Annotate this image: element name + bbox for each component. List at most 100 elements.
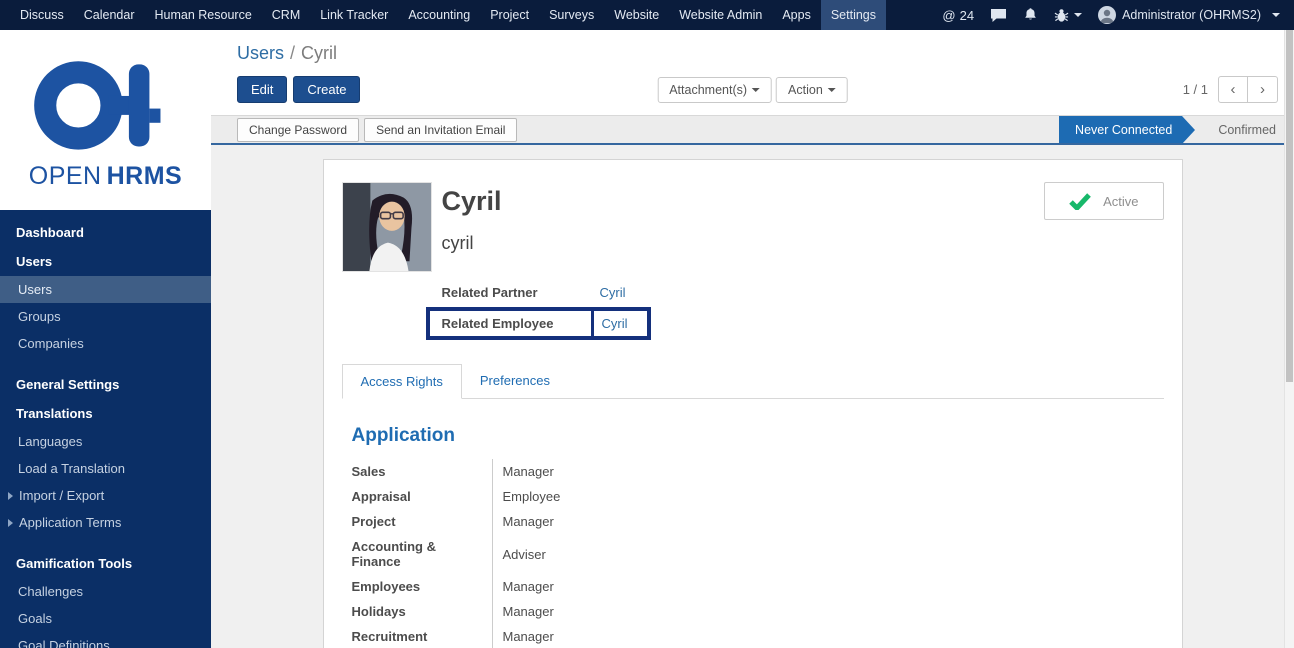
related-employee-value-cell: Cyril bbox=[591, 311, 647, 336]
user-photo[interactable] bbox=[342, 182, 432, 272]
action-label: Action bbox=[788, 83, 823, 97]
app-label: Employees bbox=[352, 574, 492, 599]
expand-arrow-icon bbox=[8, 492, 13, 500]
top-navigation-bar: Discuss Calendar Human Resource CRM Link… bbox=[0, 0, 1294, 30]
app-access-level[interactable]: Manager bbox=[492, 599, 892, 624]
menu-item-calendar[interactable]: Calendar bbox=[74, 0, 145, 30]
sidebar-item-load-a-translation[interactable]: Load a Translation bbox=[0, 455, 211, 482]
menu-item-settings[interactable]: Settings bbox=[821, 0, 886, 30]
attachments-label: Attachment(s) bbox=[669, 83, 747, 97]
mention-counter[interactable]: @ 24 bbox=[942, 8, 974, 23]
related-employee-highlight-box: Related Employee Cyril bbox=[426, 307, 651, 340]
menu-item-accounting[interactable]: Accounting bbox=[398, 0, 480, 30]
breadcrumb-users-link[interactable]: Users bbox=[237, 43, 284, 63]
main-content-area: Users / Cyril Edit Create Attachment(s) Ac… bbox=[211, 30, 1294, 648]
related-employee-link[interactable]: Cyril bbox=[602, 316, 628, 331]
sidebar-item-challenges[interactable]: Challenges bbox=[0, 578, 211, 605]
menu-item-website[interactable]: Website bbox=[604, 0, 669, 30]
left-sidebar: OPENHRMS Dashboard Users Users Groups Co… bbox=[0, 30, 211, 648]
application-section-title: Application bbox=[352, 425, 1164, 447]
chevron-down-icon bbox=[1272, 13, 1280, 17]
notifications-bell-icon[interactable] bbox=[1023, 7, 1038, 23]
breadcrumb-separator: / bbox=[290, 43, 295, 63]
sidebar-item-dashboard[interactable]: Dashboard bbox=[0, 218, 211, 247]
menu-item-project[interactable]: Project bbox=[480, 0, 539, 30]
action-dropdown-button[interactable]: Action bbox=[776, 77, 848, 103]
table-row: Recruitment Manager bbox=[352, 624, 892, 648]
sidebar-item-companies[interactable]: Companies bbox=[0, 330, 211, 357]
sidebar-item-groups[interactable]: Groups bbox=[0, 303, 211, 330]
sidebar-item-languages[interactable]: Languages bbox=[0, 428, 211, 455]
related-partner-label: Related Partner bbox=[442, 285, 600, 300]
chevron-down-icon bbox=[828, 88, 836, 92]
bug-debug-icon[interactable] bbox=[1054, 7, 1082, 23]
window-scrollbar[interactable] bbox=[1284, 30, 1294, 648]
pager-next-button[interactable] bbox=[1248, 76, 1278, 103]
user-form-sheet: Cyril cyril Active Related Partner Cyril… bbox=[323, 159, 1183, 648]
messages-icon[interactable] bbox=[990, 8, 1007, 23]
table-row: Project Manager bbox=[352, 509, 892, 534]
menu-item-apps[interactable]: Apps bbox=[772, 0, 821, 30]
app-access-level[interactable]: Manager bbox=[492, 624, 892, 648]
scrollbar-thumb[interactable] bbox=[1286, 30, 1293, 382]
menu-item-crm[interactable]: CRM bbox=[262, 0, 310, 30]
app-label: Project bbox=[352, 509, 492, 534]
tab-access-rights[interactable]: Access Rights bbox=[342, 364, 462, 399]
app-label: Sales bbox=[352, 459, 492, 484]
statusbar-states: Never Connected Confirmed bbox=[1059, 116, 1294, 143]
sidebar-item-label: Import / Export bbox=[19, 488, 104, 503]
sidebar-section-translations[interactable]: Translations bbox=[0, 399, 211, 428]
table-row: Accounting & Finance Adviser bbox=[352, 534, 892, 574]
user-account-menu[interactable]: Administrator (OHRMS2) bbox=[1098, 6, 1280, 24]
user-name-title: Cyril bbox=[442, 186, 502, 217]
app-access-level[interactable]: Employee bbox=[492, 484, 892, 509]
active-label: Active bbox=[1103, 194, 1138, 209]
pager-counter: 1 / 1 bbox=[1183, 82, 1208, 97]
app-access-level[interactable]: Adviser bbox=[492, 534, 892, 574]
change-password-button[interactable]: Change Password bbox=[237, 118, 359, 142]
create-button[interactable]: Create bbox=[293, 76, 360, 103]
sidebar-item-users[interactable]: Users bbox=[0, 276, 211, 303]
sidebar-item-goals[interactable]: Goals bbox=[0, 605, 211, 632]
menu-item-human-resource[interactable]: Human Resource bbox=[145, 0, 262, 30]
menu-item-discuss[interactable]: Discuss bbox=[10, 0, 74, 30]
sidebar-item-import-export[interactable]: Import / Export bbox=[0, 482, 211, 509]
related-partner-link[interactable]: Cyril bbox=[600, 285, 626, 300]
edit-button[interactable]: Edit bbox=[237, 76, 287, 103]
sidebar-item-label: Application Terms bbox=[19, 515, 121, 530]
breadcrumb: Users/Cyril bbox=[211, 30, 1294, 68]
app-label: Appraisal bbox=[352, 484, 492, 509]
sidebar-item-application-terms[interactable]: Application Terms bbox=[0, 509, 211, 536]
attachments-dropdown-button[interactable]: Attachment(s) bbox=[657, 77, 772, 103]
active-toggle-button[interactable]: Active bbox=[1044, 182, 1163, 220]
open-hrms-logo-text: OPENHRMS bbox=[29, 162, 182, 191]
sidebar-item-general-settings[interactable]: General Settings bbox=[0, 370, 211, 399]
app-access-level[interactable]: Manager bbox=[492, 509, 892, 534]
menu-item-website-admin[interactable]: Website Admin bbox=[669, 0, 772, 30]
menu-item-link-tracker[interactable]: Link Tracker bbox=[310, 0, 398, 30]
expand-arrow-icon bbox=[8, 519, 13, 527]
record-title-area: Cyril cyril bbox=[442, 182, 502, 254]
sidebar-item-goal-definitions[interactable]: Goal Definitions bbox=[0, 632, 211, 648]
app-access-level[interactable]: Manager bbox=[492, 459, 892, 484]
pager-previous-button[interactable] bbox=[1218, 76, 1248, 103]
sidebar-section-users[interactable]: Users bbox=[0, 247, 211, 276]
related-fields-group: Related Partner Cyril Related Employee C… bbox=[442, 280, 1164, 340]
related-partner-row: Related Partner Cyril bbox=[442, 280, 1164, 305]
state-never-connected[interactable]: Never Connected bbox=[1059, 116, 1182, 143]
app-access-level[interactable]: Manager bbox=[492, 574, 892, 599]
table-row: Employees Manager bbox=[352, 574, 892, 599]
menu-item-surveys[interactable]: Surveys bbox=[539, 0, 604, 30]
pager-buttons bbox=[1218, 76, 1278, 103]
sidebar-menu: Dashboard Users Users Groups Companies G… bbox=[0, 210, 211, 648]
logo-open-text: OPEN bbox=[29, 162, 102, 190]
sidebar-section-gamification-tools[interactable]: Gamification Tools bbox=[0, 549, 211, 578]
topbar-right-tools: @ 24 Administrator (OHRMS2) bbox=[942, 0, 1294, 30]
form-statusbar: Change Password Send an Invitation Email… bbox=[211, 115, 1294, 145]
state-confirmed[interactable]: Confirmed bbox=[1202, 116, 1294, 143]
green-check-icon bbox=[1069, 193, 1091, 210]
logo-hrms-text: HRMS bbox=[107, 162, 183, 190]
send-invitation-email-button[interactable]: Send an Invitation Email bbox=[364, 118, 517, 142]
sheet-header: Cyril cyril Active bbox=[342, 182, 1164, 272]
tab-preferences[interactable]: Preferences bbox=[462, 364, 568, 398]
